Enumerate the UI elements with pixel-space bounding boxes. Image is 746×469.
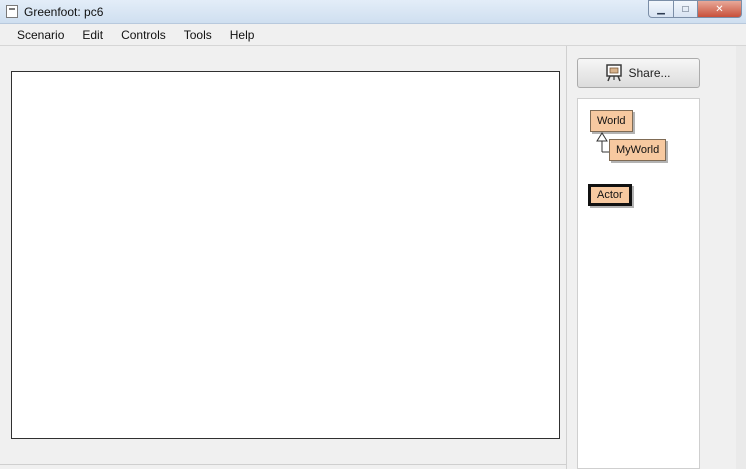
class-actor[interactable]: Actor	[588, 184, 632, 206]
menu-scenario[interactable]: Scenario	[8, 28, 73, 42]
title-bar: Greenfoot: pc6 ▁ □ ✕	[0, 0, 746, 24]
menu-controls[interactable]: Controls	[112, 28, 175, 42]
share-button[interactable]: Share...	[577, 58, 700, 88]
share-label: Share...	[628, 66, 671, 80]
class-myworld[interactable]: MyWorld	[609, 139, 667, 161]
window-controls: ▁ □ ✕	[648, 0, 742, 18]
menu-tools[interactable]: Tools	[175, 28, 221, 42]
window-right-edge	[736, 46, 746, 469]
window-title: Greenfoot: pc6	[24, 5, 104, 19]
menu-help[interactable]: Help	[221, 28, 264, 42]
world-canvas[interactable]	[11, 71, 560, 439]
class-diagram-panel: World MyWorld Actor	[577, 98, 700, 469]
divider-bottom	[0, 464, 566, 465]
share-easel-icon	[606, 64, 623, 82]
minimize-button[interactable]: ▁	[648, 0, 674, 18]
menu-edit[interactable]: Edit	[73, 28, 112, 42]
class-world[interactable]: World	[590, 110, 633, 132]
menu-bar: Scenario Edit Controls Tools Help	[0, 24, 746, 46]
maximize-button[interactable]: □	[674, 0, 698, 18]
main-area: Share... World MyWorld Actor	[0, 46, 746, 469]
app-icon	[6, 5, 18, 18]
inheritance-arrow-icon	[596, 132, 609, 153]
close-button[interactable]: ✕	[698, 0, 742, 18]
panel-divider[interactable]	[566, 46, 567, 469]
